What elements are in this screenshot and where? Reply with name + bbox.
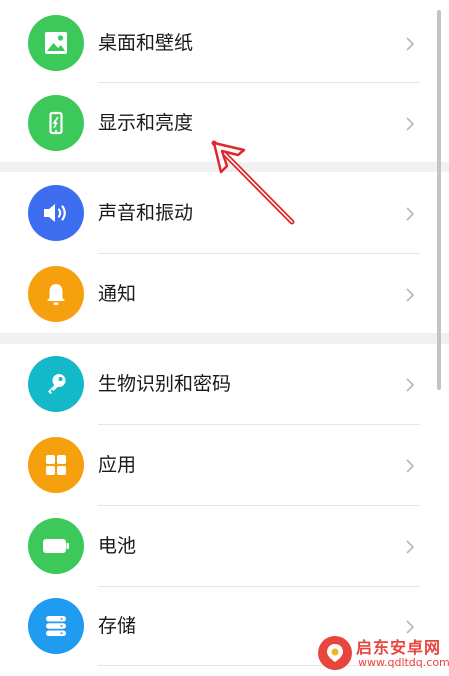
watermark: 启东安卓网 www.qdltdq.com (318, 632, 449, 676)
watermark-logo-icon (318, 636, 352, 670)
red-arrow-annotation (211, 140, 295, 225)
watermark-title: 启东安卓网 (356, 638, 442, 657)
watermark-url: www.qdltdq.com (358, 656, 449, 669)
